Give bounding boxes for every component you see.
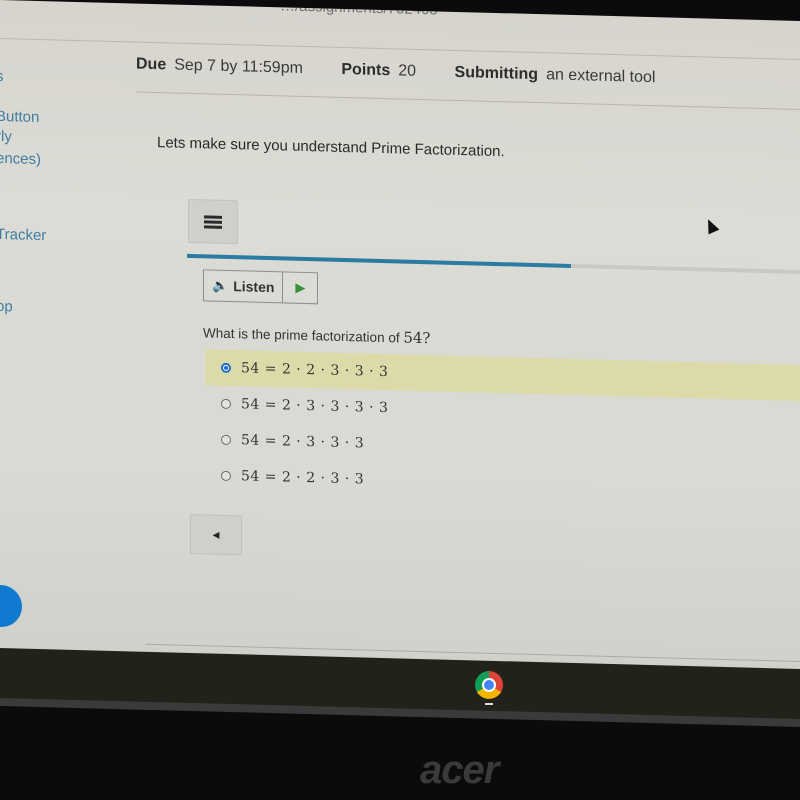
chrome-icon[interactable] [475, 671, 503, 699]
radio-button-selected[interactable] [221, 362, 231, 374]
option-text: 54 = 2 · 2 · 3 · 3 [241, 468, 365, 488]
radio-button[interactable] [221, 470, 231, 482]
submitting-label: Submitting [454, 63, 539, 84]
url-bar-text[interactable]: …/assignments/762468 [280, 0, 438, 18]
mouse-cursor-icon [702, 216, 720, 235]
option-text: 54 = 2 · 3 · 3 · 3 · 3 [241, 396, 389, 417]
listen-label: Listen [233, 278, 275, 296]
sidebar-item[interactable]: op [0, 298, 13, 315]
submitting-value: an external tool [546, 66, 656, 87]
sidebar-item[interactable]: rly [0, 128, 12, 145]
previous-button[interactable]: ◀ [190, 513, 242, 556]
radio-button[interactable] [221, 398, 231, 410]
course-sidebar: s Button rly ences) Tracker op [0, 60, 66, 315]
radio-button[interactable] [221, 434, 231, 446]
sidebar-item[interactable]: ences) [0, 150, 41, 168]
sidebar-item[interactable]: Button [0, 108, 39, 126]
play-icon: ▶ [295, 279, 306, 295]
device-brand-logo: acer [420, 748, 499, 792]
option-text: 54 = 2 · 3 · 3 · 3 [241, 432, 365, 452]
sidebar-item[interactable]: s [0, 68, 4, 85]
question-prompt: What is the prime factorization of 54? [203, 323, 430, 347]
hamburger-menu-icon [204, 213, 222, 230]
points-value: 20 [398, 62, 417, 80]
speaker-icon: 🔈 [212, 277, 229, 293]
points-label: Points [341, 60, 391, 80]
browser-screen: …/assignments/762468 s Button rly ences)… [0, 0, 800, 681]
progress-fill [187, 253, 571, 268]
back-arrow-icon: ◀ [212, 529, 220, 540]
floating-action-button[interactable] [0, 584, 22, 628]
play-button[interactable]: ▶ [283, 272, 317, 303]
assignment-description: Lets make sure you understand Prime Fact… [157, 134, 505, 161]
question-number: 54? [403, 328, 431, 348]
option-text: 54 = 2 · 2 · 3 · 3 · 3 [241, 360, 389, 381]
answer-options: 54 = 2 · 2 · 3 · 3 · 3 54 = 2 · 3 · 3 · … [205, 349, 800, 509]
listen-button[interactable]: 🔈 Listen [204, 270, 284, 303]
sidebar-item-tracker[interactable]: Tracker [0, 226, 46, 244]
question-text: What is the prime factorization of [203, 325, 404, 346]
assignment-details: Due Sep 7 by 11:59pm Points 20 Submitting a… [136, 56, 689, 88]
due-label: Due [136, 55, 167, 74]
tool-menu-button[interactable] [188, 198, 238, 245]
details-divider [136, 91, 800, 111]
due-date: Sep 7 by 11:59pm [174, 56, 303, 77]
app-running-indicator [485, 703, 493, 705]
header-divider [0, 38, 800, 60]
text-to-speech-control: 🔈 Listen ▶ [203, 269, 319, 305]
